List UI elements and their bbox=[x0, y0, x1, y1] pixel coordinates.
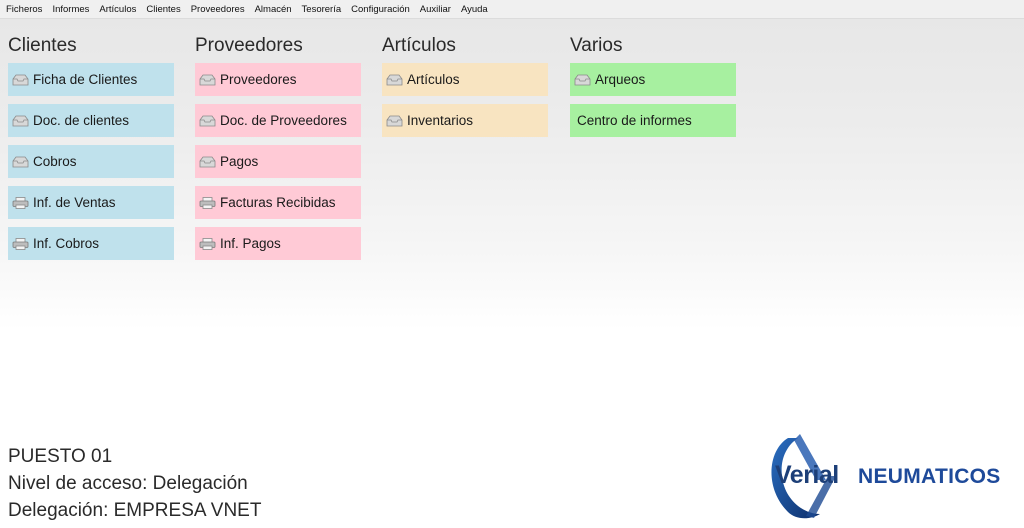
tile-label: Artículos bbox=[407, 72, 460, 87]
session-info: PUESTO 01 Nivel de acceso: Delegación De… bbox=[8, 443, 261, 524]
tile-proveedores[interactable]: Proveedores bbox=[195, 63, 361, 96]
tray-icon bbox=[12, 156, 29, 168]
menu-tesoreria[interactable]: Tesorería bbox=[297, 4, 347, 15]
column-varios: Varios Arqueos Centro de informes bbox=[570, 32, 736, 145]
access-level-label: Nivel de acceso: Delegación bbox=[8, 473, 248, 494]
column-articulos: Artículos Artículos Inventarios bbox=[382, 32, 548, 145]
tile-doc-proveedores[interactable]: Doc. de Proveedores bbox=[195, 104, 361, 137]
tray-icon bbox=[12, 74, 29, 86]
tray-icon bbox=[199, 74, 216, 86]
column-proveedores: Proveedores Proveedores Doc. de Proveedo… bbox=[195, 32, 361, 268]
column-title: Varios bbox=[570, 35, 623, 56]
tile-label: Proveedores bbox=[220, 72, 297, 87]
tile-label: Inventarios bbox=[407, 113, 474, 128]
tile-arqueos[interactable]: Arqueos bbox=[570, 63, 736, 96]
column-title: Artículos bbox=[382, 35, 456, 56]
tile-centro-informes[interactable]: Centro de informes bbox=[570, 104, 736, 137]
tile-inf-ventas[interactable]: Inf. de Ventas bbox=[8, 186, 174, 219]
menu-almacen[interactable]: Almacén bbox=[250, 4, 297, 15]
tile-label: Inf. de Ventas bbox=[33, 195, 116, 210]
menu-bar: Ficheros Informes Artículos Clientes Pro… bbox=[0, 0, 1024, 19]
tile-label: Cobros bbox=[33, 154, 77, 169]
logo-brand: Verial bbox=[775, 461, 839, 489]
menu-informes[interactable]: Informes bbox=[47, 4, 94, 15]
tile-label: Doc. de Proveedores bbox=[220, 113, 347, 128]
printer-icon bbox=[199, 237, 216, 250]
puesto-label: PUESTO 01 bbox=[8, 446, 113, 467]
menu-ayuda[interactable]: Ayuda bbox=[456, 4, 493, 15]
menu-proveedores[interactable]: Proveedores bbox=[186, 4, 250, 15]
tile-label: Centro de informes bbox=[577, 113, 692, 128]
tile-label: Inf. Pagos bbox=[220, 236, 281, 251]
tile-label: Pagos bbox=[220, 154, 259, 169]
delegation-label: Delegación: EMPRESA VNET bbox=[8, 500, 262, 521]
tile-inf-pagos[interactable]: Inf. Pagos bbox=[195, 227, 361, 260]
menu-articulos[interactable]: Artículos bbox=[94, 4, 141, 15]
tile-label: Arqueos bbox=[595, 72, 646, 87]
menu-configuracion[interactable]: Configuración bbox=[346, 4, 415, 15]
column-title: Clientes bbox=[8, 35, 77, 56]
tile-facturas-recibidas[interactable]: Facturas Recibidas bbox=[195, 186, 361, 219]
tile-cobros[interactable]: Cobros bbox=[8, 145, 174, 178]
printer-icon bbox=[12, 196, 29, 209]
tile-inf-cobros[interactable]: Inf. Cobros bbox=[8, 227, 174, 260]
printer-icon bbox=[199, 196, 216, 209]
tray-icon bbox=[386, 74, 403, 86]
tile-articulos[interactable]: Artículos bbox=[382, 63, 548, 96]
column-title: Proveedores bbox=[195, 35, 303, 56]
tile-label: Inf. Cobros bbox=[33, 236, 100, 251]
tile-label: Doc. de clientes bbox=[33, 113, 130, 128]
tray-icon bbox=[12, 115, 29, 127]
menu-auxiliar[interactable]: Auxiliar bbox=[415, 4, 456, 15]
tile-label: Facturas Recibidas bbox=[220, 195, 336, 210]
tile-ficha-clientes[interactable]: Ficha de Clientes bbox=[8, 63, 174, 96]
menu-ficheros[interactable]: Ficheros bbox=[0, 4, 47, 15]
tile-doc-clientes[interactable]: Doc. de clientes bbox=[8, 104, 174, 137]
menu-clientes[interactable]: Clientes bbox=[141, 4, 185, 15]
tray-icon bbox=[199, 115, 216, 127]
tray-icon bbox=[386, 115, 403, 127]
tray-icon bbox=[199, 156, 216, 168]
tray-icon bbox=[574, 74, 591, 86]
logo-company-name: NEUMATICOS bbox=[858, 465, 1001, 488]
tile-label: Ficha de Clientes bbox=[33, 72, 138, 87]
tile-pagos[interactable]: Pagos bbox=[195, 145, 361, 178]
column-clientes: Clientes Ficha de Clientes Doc. de clien… bbox=[8, 32, 174, 268]
tile-inventarios[interactable]: Inventarios bbox=[382, 104, 548, 137]
printer-icon bbox=[12, 237, 29, 250]
